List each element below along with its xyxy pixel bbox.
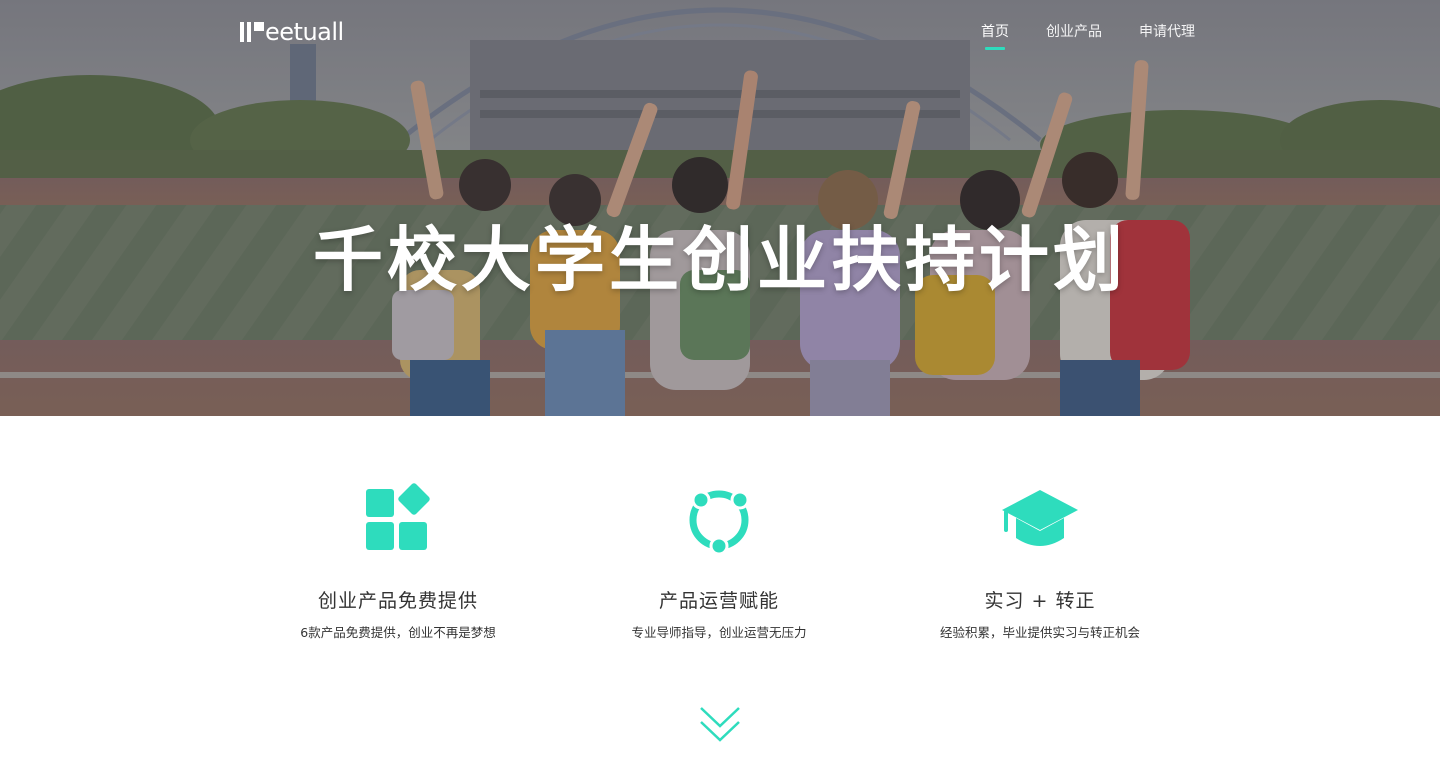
feature-title: 产品运营赋能 [658,590,779,612]
nav-item-home[interactable]: 首页 [981,22,1009,50]
feature-title: 实习 + 转正 [984,590,1096,612]
feature-description: 经验积累，毕业提供实习与转正机会 [939,625,1140,640]
feature-card: 创业产品免费提供 6款产品免费提供，创业不再是梦想 [238,480,558,642]
active-indicator [985,47,1005,50]
main-nav: 首页 创业产品 申请代理 [981,22,1195,50]
nav-item-apply-agent[interactable]: 申请代理 [1139,22,1195,42]
nav-item-products[interactable]: 创业产品 [1046,22,1102,42]
nav-item-label: 申请代理 [1139,24,1195,40]
feature-card: 产品运营赋能 专业导师指导，创业运营无压力 [559,480,879,642]
nav-item-label: 创业产品 [1046,24,1102,40]
brand-logo[interactable]: eetuall [240,18,344,46]
feature-card: 实习 + 转正 经验积累，毕业提供实习与转正机会 [880,480,1200,642]
nav-item-label: 首页 [981,24,1009,40]
hero-banner: eetuall 首页 创业产品 申请代理 千校大学生创业扶持计划 [0,0,1440,416]
grid-blocks-icon [366,483,430,550]
hero-overlay [0,0,1440,416]
feature-description: 专业导师指导，创业运营无压力 [631,625,807,640]
brand-name: eetuall [265,18,344,46]
logo-mark-icon [240,22,264,42]
double-chevron-down-icon[interactable] [699,704,741,746]
features-section: 创业产品免费提供 6款产品免费提供，创业不再是梦想 产品运营赋能 专业导师指导，… [0,416,1440,768]
hero-title: 千校大学生创业扶持计划 [313,219,1127,301]
graduation-cap-icon [1002,490,1078,546]
cycle-nodes-icon [689,490,750,556]
feature-title: 创业产品免费提供 [317,590,478,612]
feature-description: 6款产品免费提供，创业不再是梦想 [300,625,496,640]
